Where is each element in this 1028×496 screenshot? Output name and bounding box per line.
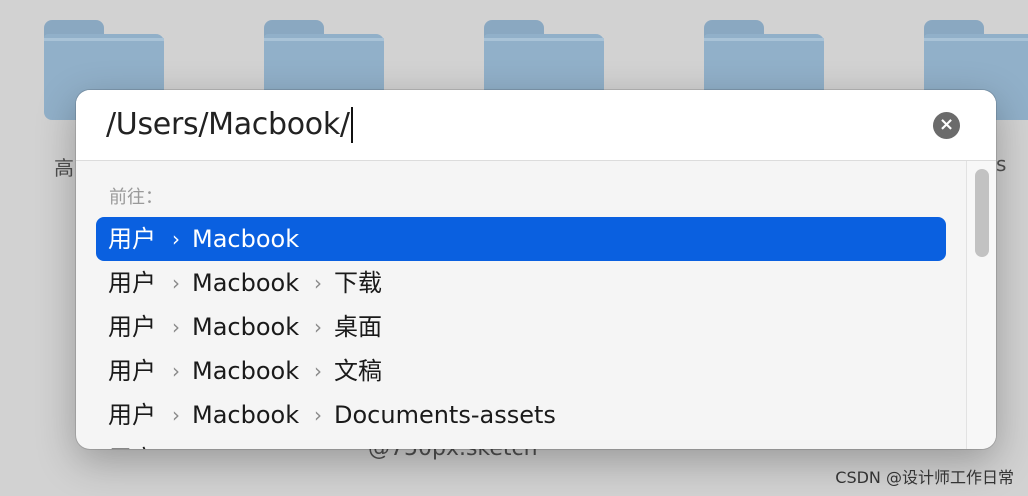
chevron-right-icon: › xyxy=(172,227,180,251)
clear-icon[interactable]: × xyxy=(933,112,960,139)
list-item[interactable]: 用户 › Macbook › 桌面 xyxy=(96,305,946,349)
go-to-folder-dialog: /Users/Macbook/ × 前往： 用户 › Macbook 用户 › … xyxy=(76,90,996,449)
crumb-users: 用户 xyxy=(108,401,156,429)
scrollbar-thumb[interactable] xyxy=(975,169,989,257)
crumb-users: 用户 xyxy=(108,269,156,297)
watermark-text: CSDN @设计师工作日常 xyxy=(835,468,1014,487)
crumb-macbook: Macbook xyxy=(192,225,300,253)
chevron-right-icon: › xyxy=(314,271,322,295)
list-item[interactable]: 用户 › Macbook › Documents-assets xyxy=(96,393,946,437)
list-item[interactable]: 用户 xyxy=(96,437,946,449)
crumb-macbook: Macbook xyxy=(192,357,300,385)
crumb-macbook: Macbook xyxy=(192,269,300,297)
suggestion-list: 前往： 用户 › Macbook 用户 › Macbook › 下载 用户 › … xyxy=(76,161,966,449)
crumb-users: 用户 xyxy=(108,357,156,385)
crumb-macbook: Macbook xyxy=(192,313,300,341)
crumb-users: 用户 xyxy=(108,313,156,341)
crumb-users: 用户 xyxy=(108,437,156,449)
crumb-folder: 文稿 xyxy=(334,357,382,385)
crumb-folder: 桌面 xyxy=(334,313,382,341)
path-input-bar[interactable]: /Users/Macbook/ × xyxy=(76,90,996,161)
folder-label: 高 xyxy=(54,156,74,180)
section-label: 前往： xyxy=(109,187,163,208)
folder-label: s xyxy=(996,152,1007,176)
list-item[interactable]: 用户 › Macbook › 文稿 xyxy=(96,349,946,393)
chevron-right-icon: › xyxy=(172,315,180,339)
list-item[interactable]: 用户 › Macbook xyxy=(96,217,946,261)
text-caret xyxy=(350,107,353,143)
crumb-macbook: Macbook xyxy=(192,401,300,429)
list-item[interactable]: 用户 › Macbook › 下载 xyxy=(96,261,946,305)
path-input[interactable]: /Users/Macbook/ xyxy=(106,107,353,143)
chevron-right-icon: › xyxy=(314,403,322,427)
scrollbar[interactable] xyxy=(966,161,996,449)
chevron-right-icon: › xyxy=(172,271,180,295)
path-value: /Users/Macbook/ xyxy=(106,107,350,142)
chevron-right-icon: › xyxy=(314,359,322,383)
crumb-users: 用户 xyxy=(108,225,156,253)
crumb-folder: 下载 xyxy=(334,269,382,297)
chevron-right-icon: › xyxy=(314,315,322,339)
chevron-right-icon: › xyxy=(172,359,180,383)
crumb-folder: Documents-assets xyxy=(334,401,556,429)
chevron-right-icon: › xyxy=(172,403,180,427)
